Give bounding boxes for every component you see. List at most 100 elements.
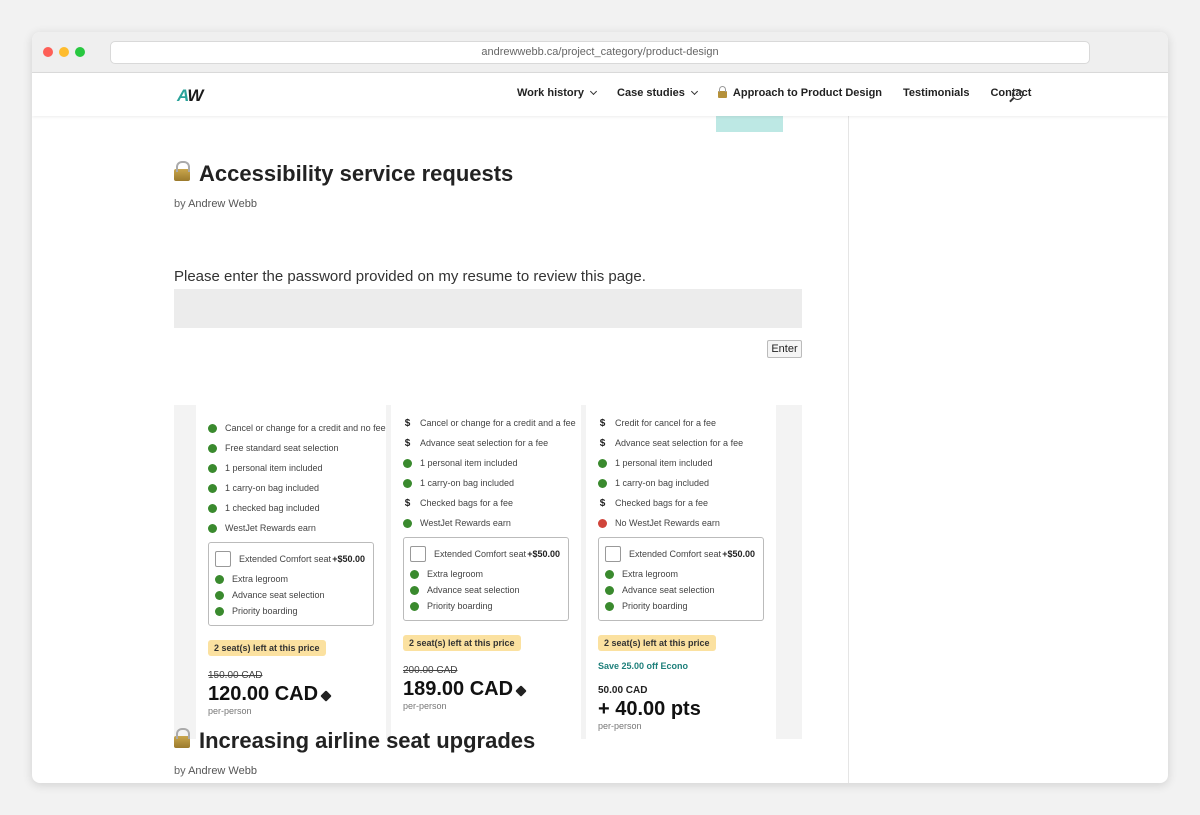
addon-feature: Extra legroom: [605, 568, 755, 581]
check-icon: [208, 424, 217, 433]
addon-feature: Advance seat selection: [215, 589, 365, 602]
addon-checkbox[interactable]: [215, 551, 231, 567]
per-person-label: per-person: [598, 721, 642, 731]
fare-feature: 1 carry-on bag included: [598, 477, 776, 490]
previous-post-thumbnail: [716, 116, 783, 132]
site-logo[interactable]: AW: [177, 86, 203, 106]
fare-comparison-image: Cancel or change for a credit and no fee…: [174, 405, 802, 739]
addon-feature-text: Extra legroom: [622, 569, 679, 579]
check-icon: [208, 464, 217, 473]
dollar-icon: $: [599, 438, 606, 449]
seats-left-badge: 2 seat(s) left at this price: [208, 640, 326, 656]
nav-label: Contact: [990, 87, 1032, 99]
price-tag-icon: [515, 685, 527, 697]
post-title-text: Increasing airline seat upgrades: [199, 728, 536, 753]
check-icon: [410, 570, 419, 579]
fare-feature: No WestJet Rewards earn: [598, 517, 776, 530]
fare-price: + 40.00 pts: [598, 698, 776, 721]
post-title[interactable]: Accessibility service requests: [174, 161, 513, 187]
nav-work-history[interactable]: Work history: [517, 87, 598, 99]
check-icon: [215, 575, 224, 584]
password-input[interactable]: [174, 289, 802, 328]
check-icon: [403, 519, 412, 528]
logo-letter-w: W: [187, 86, 203, 105]
check-icon: [208, 484, 217, 493]
original-price: 150.00 CAD: [208, 670, 263, 681]
dollar-icon: $: [599, 418, 606, 429]
check-icon: [410, 602, 419, 611]
lock-icon: [174, 161, 190, 182]
addon-feature-text: Advance seat selection: [622, 585, 715, 595]
addon-title: Extended Comfort seat: [629, 549, 722, 559]
nav-label: Approach to Product Design: [732, 87, 883, 99]
addon-price: +$50.00: [722, 549, 755, 559]
nav-label: Testimonials: [903, 87, 970, 99]
feature-text: 1 personal item included: [420, 458, 518, 468]
close-window-button[interactable]: [43, 47, 53, 57]
per-person-label: per-person: [403, 701, 447, 711]
nav-label: Work history: [517, 87, 585, 99]
nav-testimonials[interactable]: Testimonials: [903, 87, 969, 99]
check-icon: [598, 479, 607, 488]
maximize-window-button[interactable]: [75, 47, 85, 57]
feature-text: Free standard seat selection: [225, 443, 339, 453]
nav-approach[interactable]: Approach to Product Design: [717, 86, 883, 99]
addon-feature-text: Extra legroom: [427, 569, 484, 579]
nav-case-studies[interactable]: Case studies: [617, 87, 698, 99]
post-title-text: Accessibility service requests: [199, 161, 514, 186]
check-icon: [215, 607, 224, 616]
main-nav: Work history Case studies Approach to Pr…: [517, 86, 1052, 99]
author-link[interactable]: Andrew Webb: [188, 198, 257, 210]
post-title[interactable]: Increasing airline seat upgrades: [174, 728, 535, 754]
fare-feature: 1 carry-on bag included: [403, 477, 581, 490]
addon-feature: Advance seat selection: [410, 584, 560, 597]
minimize-window-button[interactable]: [59, 47, 69, 57]
price-tag-icon: [320, 690, 332, 702]
addon-title: Extended Comfort seat: [239, 554, 332, 564]
password-prompt: Please enter the password provided on my…: [174, 268, 646, 285]
post-byline: by Andrew Webb: [174, 198, 257, 210]
check-icon: [215, 591, 224, 600]
check-icon: [208, 444, 217, 453]
addon-checkbox[interactable]: [410, 546, 426, 562]
fare-price-text: 189.00 CAD: [403, 678, 514, 700]
check-icon: [605, 570, 614, 579]
check-icon: [598, 459, 607, 468]
addon-feature: Priority boarding: [215, 605, 365, 618]
addon-price: +$50.00: [527, 549, 560, 559]
feature-text: Checked bags for a fee: [420, 498, 514, 508]
chevron-down-icon: [589, 87, 598, 96]
fare-price: 189.00 CAD: [403, 678, 581, 701]
enter-button[interactable]: Enter: [767, 340, 802, 358]
addon-price: +$50.00: [332, 554, 365, 564]
search-icon[interactable]: [1012, 89, 1023, 100]
author-link[interactable]: Andrew Webb: [188, 765, 257, 777]
fare-feature: 1 checked bag included: [208, 502, 386, 515]
fare-feature: WestJet Rewards earn: [403, 517, 581, 530]
seats-left-badge: 2 seat(s) left at this price: [403, 635, 521, 651]
addon-extended-comfort: Extended Comfort seat +$50.00 Extra legroo…: [598, 537, 764, 621]
feature-text: WestJet Rewards earn: [225, 523, 316, 533]
lock-icon: [717, 86, 727, 98]
addon-feature: Extra legroom: [215, 573, 365, 586]
addon-checkbox[interactable]: [605, 546, 621, 562]
byline-prefix: by: [174, 198, 186, 210]
fare-feature: Free standard seat selection: [208, 442, 386, 455]
fare-column: $ Cancel or change for a credit and a fee…: [391, 405, 581, 739]
fare-feature: $ Advance seat selection for a fee: [403, 437, 581, 450]
fare-price-text: + 40.00 pts: [598, 698, 701, 720]
nav-label: Case studies: [617, 87, 685, 99]
addon-feature-text: Advance seat selection: [232, 590, 325, 600]
dollar-icon: $: [404, 498, 411, 509]
nav-contact[interactable]: Contact: [990, 87, 1031, 99]
page-content: Accessibility service requests by Andrew…: [32, 116, 1168, 783]
feature-text: Advance seat selection for a fee: [420, 438, 549, 448]
addon-extended-comfort: Extended Comfort seat +$50.00 Extra legroo…: [208, 542, 374, 626]
check-icon: [208, 524, 217, 533]
check-icon: [410, 586, 419, 595]
sidebar-divider: [848, 116, 849, 783]
fare-feature: WestJet Rewards earn: [208, 522, 386, 535]
addon-extended-comfort: Extended Comfort seat +$50.00 Extra legroo…: [403, 537, 569, 621]
fare-feature: 1 personal item included: [208, 462, 386, 475]
address-bar[interactable]: andrewwebb.ca/project_category/product-d…: [110, 41, 1090, 64]
